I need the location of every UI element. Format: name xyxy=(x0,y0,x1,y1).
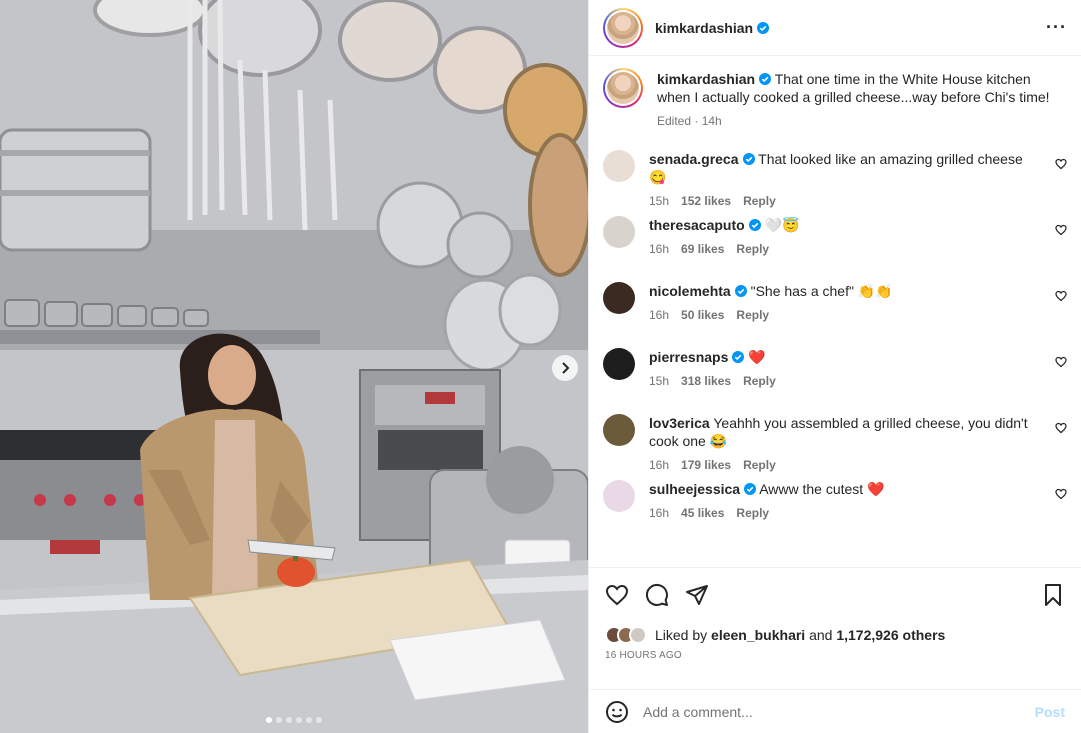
carousel-dot xyxy=(276,717,282,723)
author-username[interactable]: kimkardashian xyxy=(655,20,753,36)
liked-by-others[interactable]: 1,172,926 others xyxy=(836,627,945,643)
emoji-icon[interactable] xyxy=(605,700,629,724)
share-icon[interactable] xyxy=(685,583,709,607)
liker-avatars xyxy=(605,626,647,644)
liked-by-prefix: Liked by xyxy=(655,627,708,643)
comment-age: 16h xyxy=(649,242,670,256)
liked-by-and: and xyxy=(809,627,833,643)
comment-likes[interactable]: 45 likes xyxy=(681,504,724,522)
comment-likes[interactable]: 318 likes xyxy=(681,372,731,390)
post-media[interactable] xyxy=(0,0,588,733)
comment-username[interactable]: lov3erica xyxy=(649,415,710,431)
comment-text: Awww the cutest ❤️ xyxy=(759,481,885,497)
comment-username[interactable]: nicolemehta xyxy=(649,283,731,299)
commenter-avatar[interactable] xyxy=(603,216,635,248)
verified-badge-icon xyxy=(734,285,747,297)
comment-like-heart-icon[interactable] xyxy=(1055,224,1067,236)
comment-text: ❤️ xyxy=(748,349,766,365)
verified-badge-icon xyxy=(757,21,770,34)
comment-row: senada.greca That looked like an amazing… xyxy=(603,148,1067,214)
comment-like-heart-icon[interactable] xyxy=(1055,356,1067,368)
comment-like-heart-icon[interactable] xyxy=(1055,488,1067,500)
kitchen-photo xyxy=(0,0,588,733)
comment-row: lov3erica Yeahhh you assembled a grilled… xyxy=(603,412,1067,478)
comment-like-heart-icon[interactable] xyxy=(1055,290,1067,302)
verified-badge-icon xyxy=(748,219,761,231)
carousel-dots xyxy=(0,717,588,723)
comment-row: pierresnaps ❤️ 15h 318 likes Reply xyxy=(603,346,1067,412)
caption-edited: Edited · 14h xyxy=(657,114,722,128)
comment-age: 15h xyxy=(649,194,670,208)
comment-text: 🤍😇 xyxy=(764,217,800,233)
comment-age: 16h xyxy=(649,308,670,322)
comment-likes[interactable]: 69 likes xyxy=(681,240,724,258)
comment-input[interactable] xyxy=(643,703,1021,720)
post-timestamp: 16 HOURS AGO xyxy=(605,650,682,661)
like-heart-icon[interactable] xyxy=(605,583,629,607)
comment-username[interactable]: senada.greca xyxy=(649,151,739,167)
commenter-avatar[interactable] xyxy=(603,282,635,314)
comment-like-heart-icon[interactable] xyxy=(1055,158,1067,170)
post-caption: kimkardashian That one time in the White… xyxy=(603,68,1067,128)
comment-reply-button[interactable]: Reply xyxy=(736,306,769,324)
commenter-avatar[interactable] xyxy=(603,480,635,512)
comment-row: sulheejessica Awww the cutest ❤️ 16h 45 li… xyxy=(603,478,1067,544)
commenter-avatar[interactable] xyxy=(603,414,635,446)
comment-likes[interactable]: 179 likes xyxy=(681,456,731,474)
caption-username[interactable]: kimkardashian xyxy=(657,71,755,87)
comment-likes[interactable]: 50 likes xyxy=(681,306,724,324)
comment-composer: Post xyxy=(589,689,1081,733)
more-options-icon[interactable]: ··· xyxy=(1046,17,1067,38)
comment-row: theresacaputo 🤍😇 16h 69 likes Reply xyxy=(603,214,1067,280)
comment-reply-button[interactable]: Reply xyxy=(736,504,769,522)
comment-age: 15h xyxy=(649,374,670,388)
commenter-avatar[interactable] xyxy=(603,150,635,182)
carousel-dot xyxy=(306,717,312,723)
comment-age: 16h xyxy=(649,506,670,520)
comment-text: "She has a chef" 👏👏 xyxy=(750,283,893,299)
comment-likes[interactable]: 152 likes xyxy=(681,192,731,210)
verified-badge-icon xyxy=(742,153,755,165)
verified-badge-icon xyxy=(732,351,745,363)
likes-summary[interactable]: Liked by eleen_bukhari and 1,172,926 oth… xyxy=(605,626,1065,644)
post-actions: Liked by eleen_bukhari and 1,172,926 oth… xyxy=(589,567,1081,689)
verified-badge-icon xyxy=(744,483,757,495)
comments-list[interactable]: kimkardashian That one time in the White… xyxy=(589,56,1081,567)
carousel-dot xyxy=(296,717,302,723)
carousel-dot xyxy=(266,717,272,723)
comment-username[interactable]: theresacaputo xyxy=(649,217,745,233)
post-comment-button[interactable]: Post xyxy=(1035,704,1065,720)
chevron-right-icon xyxy=(562,362,570,374)
comment-row: nicolemehta "She has a chef" 👏👏 16h 50 lik… xyxy=(603,280,1067,346)
post-header: kimkardashian ··· xyxy=(589,0,1081,56)
carousel-dot xyxy=(316,717,322,723)
commenter-avatar[interactable] xyxy=(603,348,635,380)
comment-username[interactable]: sulheejessica xyxy=(649,481,740,497)
comment-username[interactable]: pierresnaps xyxy=(649,349,728,365)
carousel-next-button[interactable] xyxy=(552,355,578,381)
comment-reply-button[interactable]: Reply xyxy=(743,372,776,390)
comment-age: 16h xyxy=(649,458,670,472)
comment-reply-button[interactable]: Reply xyxy=(736,240,769,258)
carousel-dot xyxy=(286,717,292,723)
comment-reply-button[interactable]: Reply xyxy=(743,192,776,210)
verified-badge-icon xyxy=(759,73,772,85)
comment-icon[interactable] xyxy=(645,583,669,607)
author-avatar[interactable] xyxy=(603,7,643,48)
comment-like-heart-icon[interactable] xyxy=(1055,422,1067,434)
liked-by-user[interactable]: eleen_bukhari xyxy=(711,627,805,643)
post-panel: kimkardashian ··· kimkardashian That one… xyxy=(588,0,1081,733)
caption-avatar[interactable] xyxy=(603,68,643,108)
save-bookmark-icon[interactable] xyxy=(1041,583,1065,607)
comment-reply-button[interactable]: Reply xyxy=(743,456,776,474)
